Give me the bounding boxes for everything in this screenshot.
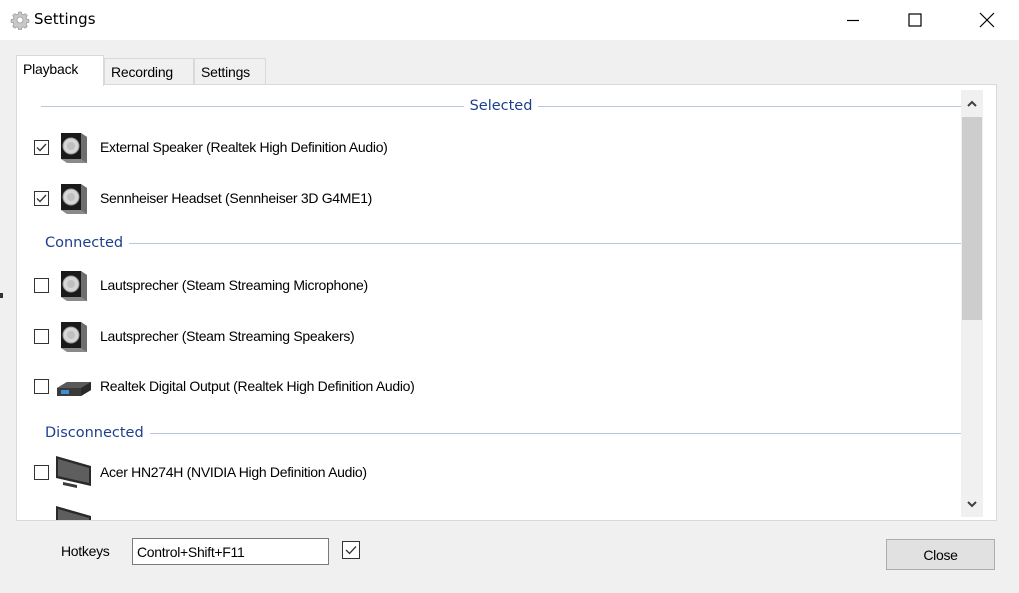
speaker-icon — [61, 184, 87, 214]
checkmark-icon — [345, 546, 357, 555]
digital-output-icon — [57, 382, 91, 396]
group-divider — [149, 432, 961, 434]
group-divider — [41, 105, 464, 107]
checkmark-icon — [36, 194, 47, 202]
speaker-icon — [61, 133, 87, 163]
speaker-icon — [61, 322, 87, 352]
device-checkbox[interactable] — [34, 190, 49, 206]
close-button[interactable]: Close — [886, 539, 995, 570]
hotkeys-enabled-checkbox[interactable] — [342, 541, 360, 559]
monitor-icon — [56, 456, 91, 488]
device-row-partial[interactable] — [34, 502, 93, 520]
device-row[interactable]: Realtek Digital Output (Realtek High Def… — [34, 366, 415, 406]
window-title: Settings — [34, 10, 96, 28]
tab-settings[interactable]: Settings — [194, 58, 266, 84]
device-checkbox[interactable] — [34, 328, 49, 344]
scroll-down-button[interactable] — [961, 491, 983, 517]
hotkeys-input[interactable] — [132, 538, 329, 565]
close-window-button[interactable] — [964, 0, 1010, 40]
device-checkbox[interactable] — [34, 378, 49, 394]
gear-icon — [10, 11, 30, 30]
device-name: Lautsprecher (Steam Streaming Speakers) — [100, 328, 355, 344]
scroll-up-button[interactable] — [961, 90, 983, 116]
device-name: Realtek Digital Output (Realtek High Def… — [100, 378, 415, 394]
device-checkbox[interactable] — [34, 139, 49, 155]
speaker-icon — [61, 271, 87, 301]
group-divider — [538, 105, 961, 107]
device-name: Lautsprecher (Steam Streaming Microphone… — [100, 277, 368, 293]
device-checkbox[interactable] — [34, 464, 49, 480]
hotkeys-label: Hotkeys — [61, 543, 110, 559]
playback-panel: Selected External Speaker (Realtek High … — [16, 84, 997, 521]
minimize-button[interactable] — [830, 0, 876, 40]
maximize-button[interactable] — [892, 0, 938, 40]
device-name: Acer HN274H (NVIDIA High Definition Audi… — [100, 464, 367, 480]
maximize-icon — [908, 13, 922, 27]
chevron-up-icon — [967, 100, 977, 107]
group-header-connected: Connected — [41, 233, 961, 253]
device-row[interactable]: Acer HN274H (NVIDIA High Definition Audi… — [34, 452, 367, 492]
device-checkbox[interactable] — [34, 277, 49, 293]
group-header-disconnected: Disconnected — [41, 423, 961, 443]
device-row[interactable]: External Speaker (Realtek High Definitio… — [34, 127, 388, 167]
device-row[interactable]: Lautsprecher (Steam Streaming Microphone… — [34, 265, 368, 305]
device-name: External Speaker (Realtek High Definitio… — [100, 139, 388, 155]
checkmark-icon — [36, 143, 47, 151]
title-bar: Settings — [0, 0, 1019, 40]
tab-playback[interactable]: Playback — [16, 55, 104, 86]
chevron-down-icon — [967, 500, 977, 507]
close-icon — [979, 12, 995, 28]
tab-recording[interactable]: Recording — [104, 58, 194, 84]
group-divider — [129, 242, 961, 244]
vertical-scrollbar[interactable] — [961, 90, 983, 517]
group-label: Selected — [469, 98, 533, 114]
device-name: Sennheiser Headset (Sennheiser 3D G4ME1) — [100, 190, 373, 206]
minimize-icon — [847, 19, 859, 22]
group-label: Connected — [45, 235, 124, 251]
group-label: Disconnected — [45, 425, 144, 441]
device-list: Selected External Speaker (Realtek High … — [17, 85, 961, 520]
device-row[interactable]: Sennheiser Headset (Sennheiser 3D G4ME1) — [34, 178, 372, 218]
scroll-thumb[interactable] — [962, 117, 982, 320]
window-edge-mark — [0, 293, 3, 298]
monitor-icon — [56, 506, 91, 520]
group-header-selected: Selected — [41, 96, 961, 116]
device-row[interactable]: Lautsprecher (Steam Streaming Speakers) — [34, 316, 355, 356]
